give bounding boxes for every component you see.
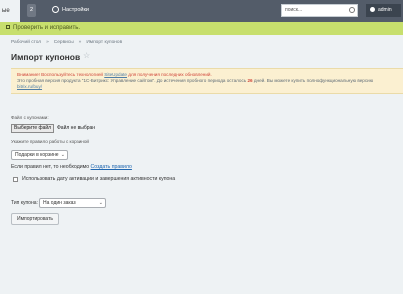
- warning-message: Внимание! Воспользуйтесь технологией Sit…: [11, 68, 403, 94]
- gear-icon: [52, 6, 59, 14]
- no-rule-text: Если правил нет, то необходимо: [11, 164, 90, 170]
- settings-button[interactable]: Настройки: [52, 5, 89, 16]
- import-button[interactable]: Импортировать: [11, 213, 60, 225]
- file-label: Файл с купонами:: [11, 115, 49, 120]
- check-and-fix-link[interactable]: Проверить и исправить.: [6, 22, 80, 35]
- search-placeholder: поиск...: [285, 7, 303, 13]
- breadcrumb: Рабочий стол » Сервисы » Импорт купонов: [11, 40, 122, 45]
- trial-days: 26: [247, 78, 253, 83]
- search-input[interactable]: поиск...: [281, 4, 358, 17]
- activation-date-label: Использовать дату активации и завершения…: [22, 176, 176, 182]
- rule-select[interactable]: Подарки в корзине ⌄: [11, 150, 68, 160]
- notifications-badge[interactable]: 2: [27, 4, 37, 17]
- user-menu[interactable]: admin: [366, 4, 401, 17]
- create-rule-link[interactable]: Создать правило: [91, 164, 132, 170]
- breadcrumb-item[interactable]: Рабочий стол: [11, 40, 41, 45]
- user-name: admin: [378, 7, 392, 13]
- file-status: Файл не выбран: [57, 125, 96, 131]
- breadcrumb-item: Импорт купонов: [86, 40, 123, 45]
- star-icon[interactable]: ☆: [83, 51, 90, 60]
- search-icon[interactable]: [349, 7, 355, 13]
- pin-icon[interactable]: [6, 25, 10, 30]
- breadcrumb-separator: »: [78, 40, 82, 45]
- coupon-type-value: На один заказ: [43, 200, 76, 206]
- warning-text: Внимание! Воспользуйтесь технологией: [17, 72, 103, 77]
- admin-panel-bar: Проверить и исправить.: [0, 22, 403, 35]
- choose-file-button[interactable]: Выберите файл: [11, 124, 55, 133]
- rule-label: Укажите правило работы с корзиной: [11, 139, 89, 144]
- coupon-type-label: Тип купона:: [11, 200, 38, 206]
- chevron-down-icon: ⌄: [60, 152, 65, 158]
- breadcrumb-separator: »: [46, 40, 49, 45]
- no-rule-hint: Если правил нет, то необходимо Создать п…: [11, 164, 132, 170]
- rule-select-value: Подарки в корзине: [15, 152, 59, 158]
- user-icon: [370, 7, 375, 13]
- notifications-count: 2: [30, 7, 34, 13]
- trial-text: Это пробная версия продукта "1С-Битрикс:…: [17, 78, 247, 83]
- siteupdate-link[interactable]: SiteUpdate: [104, 72, 127, 77]
- page-title: Импорт купонов: [11, 52, 81, 62]
- trial-text-end: дней. Вы можете купить полнофункциональн…: [253, 78, 374, 83]
- buy-link[interactable]: bitrix.ru/buy/: [17, 84, 42, 89]
- chevron-down-icon: ⌄: [98, 200, 103, 206]
- home-tab[interactable]: ые: [0, 0, 20, 22]
- breadcrumb-item[interactable]: Сервисы: [54, 40, 74, 45]
- coupon-type-select[interactable]: На один заказ ⌄: [39, 198, 106, 208]
- check-and-fix-label: Проверить и исправить.: [13, 25, 81, 31]
- top-bar: ые 2 Настройки поиск... admin: [0, 0, 403, 22]
- settings-label: Настройки: [62, 7, 89, 13]
- activation-date-checkbox[interactable]: [13, 177, 18, 182]
- warning-text-end: для получения последних обновлений.: [128, 72, 212, 77]
